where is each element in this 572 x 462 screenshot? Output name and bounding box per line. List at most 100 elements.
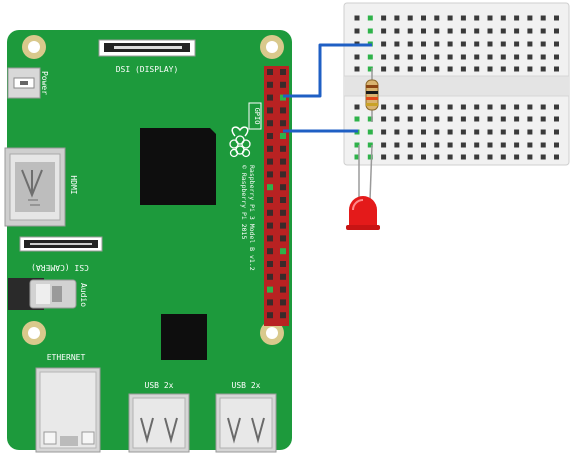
gpio-pin xyxy=(267,94,273,101)
breadboard-hole xyxy=(540,54,546,60)
breadboard-hole xyxy=(527,41,533,47)
breadboard-hole xyxy=(434,104,440,110)
breadboard-hole xyxy=(434,129,440,135)
gpio-header xyxy=(264,66,289,326)
breadboard-hole xyxy=(394,129,400,135)
breadboard-hole xyxy=(554,142,559,148)
gpio-pin xyxy=(280,197,286,203)
breadboard-hole xyxy=(447,54,453,60)
breadboard-hole xyxy=(434,41,440,47)
gpio-pin xyxy=(267,145,273,152)
breadboard-hole xyxy=(394,54,400,60)
usb1-label: USB 2x xyxy=(145,381,174,390)
breadboard-hole xyxy=(421,142,426,148)
breadboard-hole xyxy=(540,104,546,110)
breadboard-hole xyxy=(354,15,360,21)
breadboard-hole xyxy=(394,66,400,72)
breadboard-hole xyxy=(394,116,400,122)
model-text-line2: © Raspberry Pi 2015 xyxy=(240,165,248,239)
breadboard-hole xyxy=(500,104,506,110)
gpio-pin xyxy=(267,312,273,319)
gpio-pin xyxy=(267,184,273,191)
breadboard-hole xyxy=(421,104,426,110)
breadboard-hole xyxy=(514,154,520,160)
breadboard-hole xyxy=(447,142,453,148)
breadboard-hole xyxy=(407,54,413,60)
breadboard-hole xyxy=(554,154,559,160)
breadboard-hole xyxy=(474,54,480,60)
breadboard-hole xyxy=(474,28,480,34)
breadboard-hole xyxy=(434,15,440,21)
breadboard-hole xyxy=(447,66,453,72)
breadboard-hole xyxy=(407,41,413,47)
breadboard-hole xyxy=(514,129,520,135)
breadboard-hole xyxy=(367,129,373,135)
breadboard-hole xyxy=(487,116,493,122)
ethernet-port xyxy=(35,367,101,453)
gpio-pin xyxy=(280,312,286,319)
breadboard-hole xyxy=(554,15,559,21)
breadboard-hole xyxy=(421,15,426,21)
breadboard-hole xyxy=(367,15,373,21)
breadboard-hole xyxy=(500,28,506,34)
breadboard-hole xyxy=(514,142,520,148)
breadboard-hole xyxy=(434,154,440,160)
breadboard-hole xyxy=(381,54,387,60)
gpio-pin xyxy=(267,299,273,306)
breadboard-hole xyxy=(434,28,440,34)
gpio-pin xyxy=(280,209,286,216)
breadboard-hole xyxy=(381,104,387,110)
breadboard-hole xyxy=(514,104,520,110)
breadboard-hole xyxy=(527,15,533,21)
breadboard-hole xyxy=(474,116,480,122)
hdmi-label: HDMI xyxy=(69,175,78,194)
breadboard-hole xyxy=(540,116,546,122)
gpio-pin xyxy=(280,69,286,75)
breadboard-hole xyxy=(540,154,546,160)
ethernet-label: ETHERNET xyxy=(47,353,86,362)
gpio-pin xyxy=(267,69,273,75)
breadboard-hole xyxy=(434,66,440,72)
csi-label: CSI (CAMERA) xyxy=(31,263,89,272)
csi-connector xyxy=(19,236,103,252)
breadboard-hole xyxy=(421,54,426,60)
breadboard-hole xyxy=(407,104,413,110)
breadboard-hole xyxy=(354,54,360,60)
dsi-connector xyxy=(98,39,196,57)
breadboard-hole xyxy=(381,41,387,47)
breadboard-hole xyxy=(487,142,493,148)
mounting-hole-top-right xyxy=(260,35,284,59)
gpio-pin xyxy=(267,261,273,267)
processor-chip xyxy=(140,128,216,205)
gpio-pin xyxy=(267,222,273,229)
breadboard-hole xyxy=(540,28,546,34)
breadboard-hole xyxy=(474,154,480,160)
breadboard-hole xyxy=(527,66,533,72)
breadboard-hole xyxy=(381,66,387,72)
breadboard-hole xyxy=(367,54,373,60)
mounting-hole-top-left xyxy=(22,35,46,59)
breadboard-hole xyxy=(554,54,559,60)
breadboard-hole xyxy=(460,54,466,60)
breadboard-hole xyxy=(394,28,400,34)
gpio-pin xyxy=(267,133,273,139)
breadboard-hole xyxy=(407,116,413,122)
breadboard-hole xyxy=(540,15,546,21)
breadboard-hole xyxy=(527,28,533,34)
breadboard-hole xyxy=(381,28,387,34)
breadboard-hole xyxy=(527,142,533,148)
gpio-pin xyxy=(267,235,273,242)
gpio-pin xyxy=(280,248,286,255)
breadboard-hole xyxy=(460,154,466,160)
breadboard-hole xyxy=(434,116,440,122)
breadboard-hole xyxy=(460,142,466,148)
gpio-pin xyxy=(267,248,273,255)
usb-port-1 xyxy=(128,393,190,453)
breadboard-hole xyxy=(540,41,546,47)
breadboard-hole xyxy=(394,104,400,110)
gpio-pin xyxy=(280,184,286,191)
gpio-pin xyxy=(280,133,286,139)
breadboard-hole xyxy=(407,142,413,148)
breadboard-hole xyxy=(460,116,466,122)
breadboard-hole xyxy=(447,28,453,34)
